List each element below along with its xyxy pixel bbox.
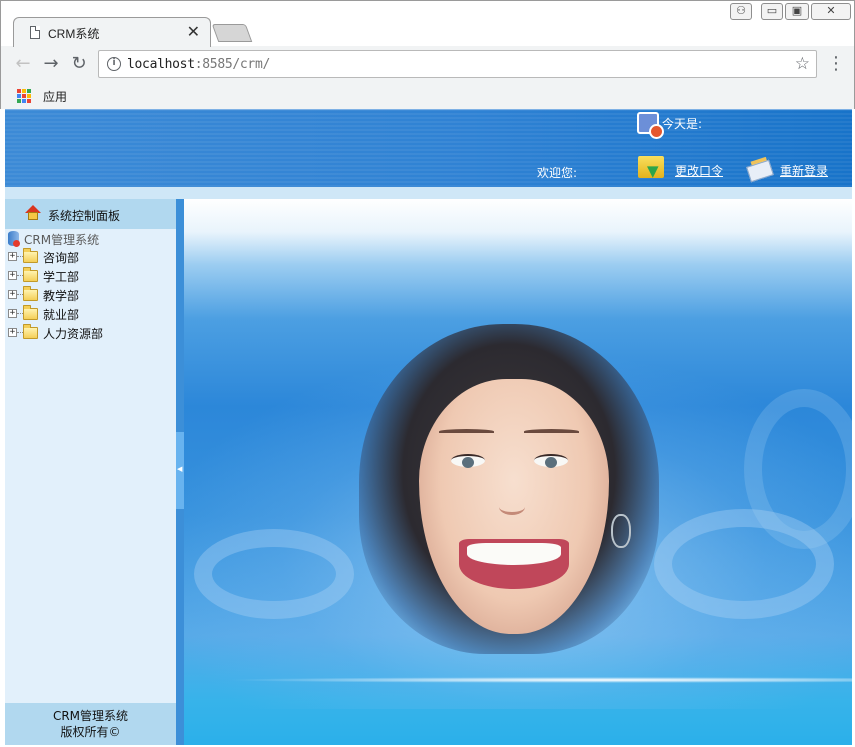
back-arrow-icon[interactable]: ←: [12, 53, 34, 75]
folder-icon: [23, 267, 38, 282]
tab-crm[interactable]: CRM系统 ✕: [13, 17, 211, 47]
tree-item-employment[interactable]: + 就业部: [7, 305, 172, 324]
decorative-swirl: [194, 529, 354, 619]
relogin-link[interactable]: 重新登录: [780, 162, 828, 179]
collapse-arrow-icon: ◀: [177, 465, 183, 473]
change-password-link[interactable]: 更改口令: [675, 162, 723, 179]
minimize-button[interactable]: ▭: [761, 3, 783, 20]
new-tab-button[interactable]: [211, 24, 253, 42]
tree-item-label: 咨询部: [43, 251, 80, 265]
tree-item-consulting[interactable]: + 咨询部: [7, 248, 172, 267]
collapse-sidebar-handle[interactable]: ◀: [176, 432, 184, 509]
header-background: [5, 110, 852, 187]
tree-item-label: 就业部: [43, 308, 80, 322]
sidebar-header: 系统控制面板: [5, 199, 176, 229]
folder-icon: [23, 248, 38, 263]
tab-close-icon[interactable]: ✕: [187, 22, 200, 42]
tree-item-teaching[interactable]: + 教学部: [7, 286, 172, 305]
tree-item-student-affairs[interactable]: + 学工部: [7, 267, 172, 286]
bookmark-star-icon[interactable]: ☆: [795, 54, 810, 74]
expand-plus-icon[interactable]: +: [8, 328, 17, 337]
folder-icon: [23, 286, 38, 301]
sidebar-splitter[interactable]: ◀: [176, 199, 184, 745]
close-window-button[interactable]: ✕: [811, 3, 851, 20]
folder-icon: [23, 324, 38, 339]
sidebar: 系统控制面板 CRM管理系统 + 咨询部 + 学工部 + 教学部 + 就业部 +…: [5, 199, 176, 745]
tree-item-label: 学工部: [43, 270, 80, 284]
header-divider: [5, 187, 852, 199]
user-profile-icon[interactable]: ⚇: [730, 3, 752, 20]
decorative-swirl: [744, 389, 852, 549]
bookmarks-bar: 应用: [1, 84, 854, 109]
footer-copyright: 版权所有©: [60, 725, 121, 739]
database-icon: [8, 231, 20, 247]
browser-toolbar: ← → ↻ i localhost:8585/crm/ ☆ ⋮: [1, 46, 854, 84]
page-icon: [30, 26, 40, 39]
expand-plus-icon[interactable]: +: [8, 290, 17, 299]
tree-item-label: 人力资源部: [43, 327, 104, 341]
calendar-clock-icon: [637, 112, 664, 139]
url-text: localhost:8585/crm/: [127, 57, 271, 72]
expand-plus-icon[interactable]: +: [8, 271, 17, 280]
tab-title: CRM系统: [48, 27, 100, 41]
crm-page: 今天是: 欢迎您: 更改口令 重新登录 系统控制面板 CRM管理系统 +: [5, 109, 852, 745]
change-password-icon: [638, 156, 664, 180]
apps-bookmark-label[interactable]: 应用: [43, 88, 67, 105]
maximize-button[interactable]: ▣: [785, 3, 809, 20]
tree-item-label: 教学部: [43, 289, 80, 303]
page-header: 今天是: 欢迎您: 更改口令 重新登录: [5, 109, 852, 187]
forward-arrow-icon[interactable]: →: [40, 53, 62, 75]
browser-window: CRM系统 ✕ ⚇ ▭ ▣ ✕ ← → ↻ i localhost:8585/c…: [0, 0, 855, 109]
expand-plus-icon[interactable]: +: [8, 252, 17, 261]
relogin-mail-icon: [746, 156, 774, 183]
main-banner: [184, 199, 852, 745]
welcome-label: 欢迎您:: [537, 166, 578, 180]
sidebar-footer: CRM管理系统 版权所有©: [5, 703, 176, 745]
expand-plus-icon[interactable]: +: [8, 309, 17, 318]
info-icon[interactable]: i: [107, 57, 121, 71]
address-bar[interactable]: i localhost:8585/crm/ ☆: [98, 50, 817, 78]
light-horizon: [224, 677, 852, 683]
browser-menu-icon[interactable]: ⋮: [827, 53, 845, 75]
tab-strip: CRM系统 ✕ ⚇ ▭ ▣ ✕: [1, 1, 854, 47]
footer-system-name: CRM管理系统: [52, 709, 129, 723]
sidebar-title: 系统控制面板: [48, 209, 121, 223]
today-label: 今天是:: [662, 117, 703, 131]
tree-root-label: CRM管理系统: [24, 233, 100, 247]
apps-grid-icon[interactable]: [17, 89, 31, 103]
smiling-woman-image: [359, 324, 659, 654]
tree-item-hr[interactable]: + 人力资源部: [7, 324, 172, 343]
home-icon: [25, 205, 41, 221]
reload-icon[interactable]: ↻: [68, 53, 90, 75]
folder-icon: [23, 305, 38, 320]
